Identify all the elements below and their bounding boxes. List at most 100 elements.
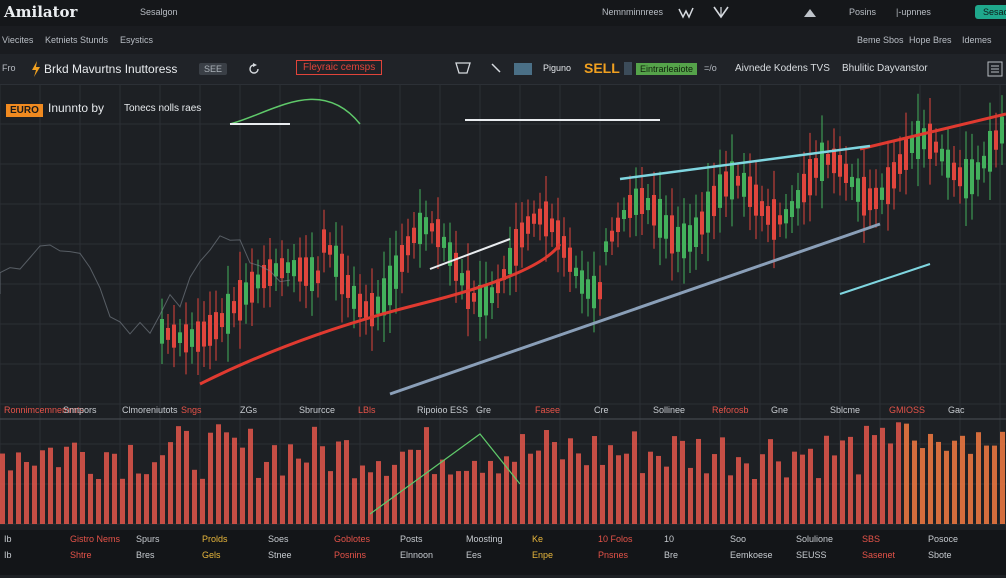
- candle-body: [760, 201, 764, 216]
- volume-bar: [280, 475, 285, 524]
- chart-area[interactable]: EURO Inunnto by Tonecs nolls raes Ronnim…: [0, 83, 1006, 575]
- nav-right-item-2[interactable]: Idemes: [962, 35, 992, 45]
- nav-item-0[interactable]: Viecites: [2, 35, 33, 45]
- candle-body: [766, 206, 770, 225]
- indicator-label[interactable]: Fleyraic cemsps: [296, 60, 383, 75]
- candle-body: [700, 211, 704, 235]
- candle-body: [784, 209, 788, 224]
- pen-icon[interactable]: [490, 62, 502, 74]
- symbol-selector[interactable]: Fro: [2, 63, 16, 73]
- candle-body: [664, 215, 668, 239]
- volume-bar: [864, 425, 869, 524]
- refresh-icon[interactable]: [248, 63, 260, 75]
- interval-badge[interactable]: SEE: [199, 63, 228, 75]
- volume-bar: [240, 447, 245, 524]
- nav-item-1[interactable]: Ketniets Stunds: [45, 35, 108, 45]
- bottom-stat: Goblotes: [334, 534, 371, 544]
- volume-bar: [936, 441, 941, 524]
- volume-bar: [928, 433, 933, 524]
- volume-bar: [1000, 431, 1005, 524]
- candle-body: [892, 162, 896, 189]
- volume-bar: [288, 444, 293, 524]
- candle-body: [628, 194, 632, 218]
- volume-bar: [160, 455, 165, 524]
- candle-body: [844, 163, 848, 183]
- volume-bar: [528, 453, 533, 524]
- ticker-badge[interactable]: EURO: [6, 104, 43, 117]
- nav-item-2[interactable]: Esystics: [120, 35, 153, 45]
- volume-bar: [800, 454, 805, 524]
- volume-bar: [632, 431, 637, 524]
- volume-bar: [584, 465, 589, 524]
- price-chart[interactable]: [0, 83, 1006, 575]
- candle-body: [856, 178, 860, 202]
- signal-icon[interactable]: [712, 4, 730, 20]
- volume-bar: [48, 447, 53, 524]
- cup-icon[interactable]: [454, 61, 472, 77]
- candle-body: [688, 225, 692, 252]
- candle-body: [850, 176, 854, 187]
- search-link[interactable]: Sesalgon: [140, 7, 178, 17]
- candle-body: [454, 252, 458, 281]
- menu-icon[interactable]: [987, 61, 1003, 77]
- positions-label[interactable]: Posins: [849, 7, 876, 17]
- mountain-icon[interactable]: [803, 6, 817, 18]
- session-button[interactable]: Sesaon: [975, 5, 1006, 19]
- advanced-label[interactable]: Aivnede Kodens TVS: [735, 63, 830, 74]
- toolbar-dash: =/o: [704, 63, 717, 73]
- candle-body: [598, 282, 602, 300]
- candle-body: [370, 293, 374, 327]
- volume-bar: [912, 440, 917, 524]
- volume-bar: [432, 474, 437, 524]
- candle-body: [868, 188, 872, 211]
- bottom-stat: Ib: [4, 550, 12, 560]
- candle-body: [394, 255, 398, 289]
- bottom-stat: Stnee: [268, 550, 292, 560]
- nav-right-item-1[interactable]: Hope Bres: [909, 35, 952, 45]
- candle-body: [472, 292, 476, 302]
- volume-bar: [608, 445, 613, 524]
- volume-bar: [64, 446, 69, 524]
- candle-body: [988, 130, 992, 172]
- candle-body: [190, 329, 194, 347]
- candle-body: [490, 287, 494, 304]
- volume-bar: [152, 462, 157, 524]
- volume-bar: [176, 426, 181, 524]
- axis-label: Ripoioo ESS: [417, 405, 469, 415]
- volume-bar: [216, 424, 221, 524]
- nav-right-item-0[interactable]: Beme Sbos: [857, 35, 904, 45]
- candle-body: [658, 198, 662, 238]
- volume-bar: [792, 451, 797, 524]
- volume-bar: [488, 460, 493, 524]
- volume-bar: [120, 478, 125, 524]
- volume-bar: [136, 473, 141, 524]
- volume-bar: [32, 465, 37, 524]
- dynamics-label[interactable]: Bhulitic Dayvanstor: [842, 63, 928, 74]
- volume-bar: [400, 451, 405, 524]
- volume-bar: [232, 437, 237, 524]
- candle-body: [940, 148, 944, 162]
- candle-body: [640, 188, 644, 214]
- candle-body: [604, 241, 608, 253]
- sell-button[interactable]: SELL: [584, 60, 620, 76]
- bottom-stat: Bre: [664, 550, 679, 560]
- volume-bar: [464, 470, 469, 524]
- volume-bar: [344, 440, 349, 524]
- candle-body: [220, 313, 224, 328]
- candle-body: [592, 275, 596, 309]
- candle-body: [478, 284, 482, 317]
- strategy-tag[interactable]: Eintrarleaiote: [636, 63, 698, 75]
- candle-body: [376, 296, 380, 314]
- bottom-stat: Solulione: [796, 534, 834, 544]
- volume-bar: [592, 436, 597, 524]
- candle-body: [982, 155, 986, 169]
- volume-bar: [664, 466, 669, 524]
- pair-label: Piguno: [543, 63, 572, 73]
- volume-bar: [56, 467, 61, 524]
- updates-menu[interactable]: |-upnnes: [896, 7, 931, 17]
- candle-body: [346, 275, 350, 298]
- volume-bar: [880, 427, 885, 524]
- chart-toolbar: Fro Brkd Mavurtns Inuttoress SEE Fleyrai…: [0, 54, 1006, 85]
- wave-icon[interactable]: [678, 6, 694, 20]
- volume-bar: [648, 451, 653, 524]
